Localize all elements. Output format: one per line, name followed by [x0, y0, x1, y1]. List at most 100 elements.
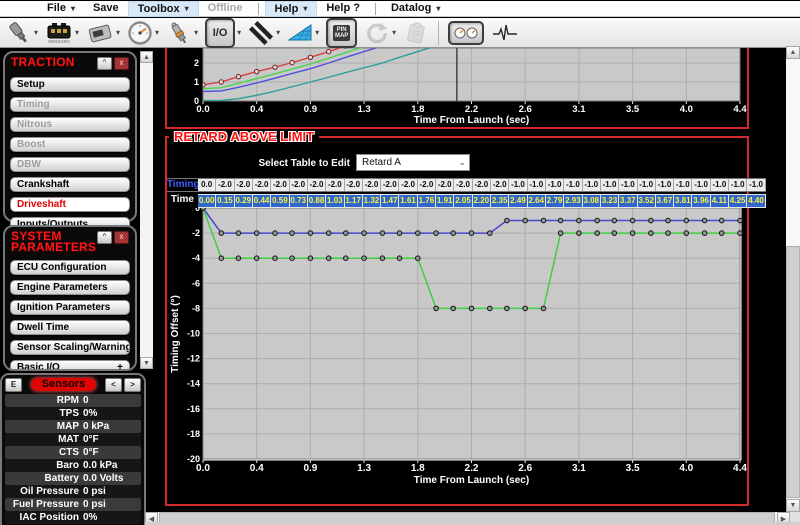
time-cell[interactable]: 1.76 [418, 194, 436, 208]
time-cell[interactable]: 2.64 [528, 194, 546, 208]
timing-cell[interactable]: -2.0 [454, 179, 472, 191]
refresh-icon[interactable]: ▾ [362, 19, 398, 47]
timing-cell[interactable]: -2.0 [290, 179, 308, 191]
timing-cell[interactable]: -2.0 [418, 179, 436, 191]
time-cell[interactable]: 2.79 [546, 194, 564, 208]
table-select-dropdown[interactable]: Retard A ⌄ [356, 154, 470, 171]
timing-cell[interactable]: -2.0 [308, 179, 326, 191]
stripes-icon[interactable]: ▾ [246, 19, 282, 47]
menu-help-[interactable]: Help ? [317, 1, 369, 16]
timing-cell[interactable]: -1.0 [509, 179, 527, 191]
time-cell[interactable]: 0.00 [198, 194, 216, 208]
system-item-sensor-scaling-warnings[interactable]: Sensor Scaling/Warnings+ [10, 340, 130, 355]
timing-cell[interactable]: -2.0 [381, 179, 399, 191]
timing-cell[interactable]: -2.0 [271, 179, 289, 191]
time-cell[interactable]: 3.37 [619, 194, 637, 208]
io-button[interactable]: I/O▾ [203, 19, 243, 47]
gauge-icon[interactable]: ▾ [125, 19, 161, 47]
traction-item-setup[interactable]: Setup [10, 77, 130, 92]
time-cell[interactable]: 4.25 [729, 194, 747, 208]
traction-item-nitrous[interactable]: Nitrous [10, 117, 130, 132]
system-item-basic-i-o[interactable]: Basic I/O+ [10, 360, 130, 371]
gauges-button[interactable] [446, 19, 486, 47]
time-cell[interactable]: 4.11 [711, 194, 729, 208]
time-cell[interactable]: 3.67 [656, 194, 674, 208]
timing-cell[interactable]: -1.0 [619, 179, 637, 191]
timing-cell[interactable]: -1.0 [674, 179, 692, 191]
retard-chart[interactable]: 0-2-4-6-8-10-12-14-16-18-200.00.40.91.31… [167, 204, 747, 502]
traction-item-boost[interactable]: Boost [10, 137, 130, 152]
timing-cell[interactable]: -1.0 [564, 179, 582, 191]
module-icon[interactable]: ▾ [84, 19, 122, 47]
clipboard-icon[interactable] [401, 19, 431, 47]
close-icon[interactable]: x [114, 57, 129, 70]
traction-item-crankshaft[interactable]: Crankshaft [10, 177, 130, 192]
pulse-icon[interactable] [489, 19, 521, 47]
timing-cell[interactable]: -1.0 [601, 179, 619, 191]
time-cell[interactable]: 2.05 [454, 194, 472, 208]
timing-cell[interactable]: -1.0 [528, 179, 546, 191]
traction-item-driveshaft[interactable]: Driveshaft [10, 197, 130, 212]
launch-chart[interactable]: 0120.00.40.91.31.82.22.63.13.54.04.4Time… [167, 48, 747, 128]
vertical-scroll-thumb[interactable] [786, 246, 800, 498]
timing-cell[interactable]: -2.0 [491, 179, 509, 191]
scroll-up-icon[interactable]: ▲ [786, 46, 800, 59]
time-cell[interactable]: 3.08 [583, 194, 601, 208]
menu-offline[interactable]: Offline [199, 1, 252, 16]
sparkplug-icon[interactable]: ▾ [164, 19, 200, 47]
timing-cell[interactable]: -2.0 [399, 179, 417, 191]
menu-help[interactable]: Help▾ [265, 1, 318, 17]
time-cell[interactable]: 3.23 [601, 194, 619, 208]
time-cell[interactable]: 1.32 [363, 194, 381, 208]
pinmap-button[interactable]: PINMAP [324, 19, 359, 47]
time-cell[interactable]: 3.52 [638, 194, 656, 208]
system-item-dwell-time[interactable]: Dwell Time [10, 320, 130, 335]
collapse-icon[interactable]: ^ [97, 57, 112, 70]
timing-cell[interactable]: -2.0 [235, 179, 253, 191]
sensors-next-button[interactable]: > [124, 378, 141, 392]
close-icon[interactable]: x [114, 231, 129, 244]
timing-cell[interactable]: -1.0 [729, 179, 747, 191]
timing-cell[interactable]: -2.0 [326, 179, 344, 191]
sensors-prev-button[interactable]: < [105, 378, 122, 392]
timing-cell[interactable]: -1.0 [656, 179, 674, 191]
timing-cell[interactable]: 0.0 [198, 179, 216, 191]
time-cell[interactable]: 2.35 [491, 194, 509, 208]
timing-cell[interactable]: -1.0 [546, 179, 564, 191]
scroll-down-icon[interactable]: ▼ [786, 499, 800, 512]
time-cell[interactable]: 1.17 [345, 194, 363, 208]
time-cell[interactable]: 2.49 [509, 194, 527, 208]
time-cell[interactable]: 1.47 [381, 194, 399, 208]
time-cell[interactable]: 2.93 [564, 194, 582, 208]
injector-icon[interactable]: ▾ [4, 19, 40, 47]
time-cell[interactable]: 1.91 [436, 194, 454, 208]
fan-icon[interactable]: ▾ [285, 19, 321, 47]
timing-cell[interactable]: -1.0 [711, 179, 729, 191]
time-cell[interactable]: 0.29 [235, 194, 253, 208]
collapse-icon[interactable]: ^ [97, 231, 112, 244]
traction-item-timing[interactable]: Timing [10, 97, 130, 112]
timing-cell[interactable]: -1.0 [747, 179, 765, 191]
time-cell[interactable]: 3.96 [692, 194, 710, 208]
system-item-ignition-parameters[interactable]: Ignition Parameters [10, 300, 130, 315]
menu-toolbox[interactable]: Toolbox▾ [128, 1, 199, 17]
time-cell[interactable]: 0.44 [253, 194, 271, 208]
sensors-connector-icon[interactable]: SENSORS▾ [43, 19, 81, 47]
sensors-edit-button[interactable]: E [5, 378, 22, 392]
scroll-down-icon[interactable]: ▼ [140, 357, 153, 369]
time-cell[interactable]: 1.03 [326, 194, 344, 208]
menu-datalog[interactable]: Datalog▾ [382, 1, 449, 16]
time-cell[interactable]: 1.61 [399, 194, 417, 208]
traction-item-dbw[interactable]: DBW [10, 157, 130, 172]
time-cell[interactable]: 0.15 [216, 194, 234, 208]
menu-save[interactable]: Save [84, 1, 128, 16]
time-cell[interactable]: 0.59 [271, 194, 289, 208]
time-cell[interactable]: 2.20 [473, 194, 491, 208]
time-cell[interactable]: 3.81 [674, 194, 692, 208]
time-cell[interactable]: 4.40 [747, 194, 765, 208]
time-cell[interactable]: 0.73 [290, 194, 308, 208]
timing-cell[interactable]: -2.0 [363, 179, 381, 191]
system-item-ecu-configuration[interactable]: ECU Configuration [10, 260, 130, 275]
timing-cell[interactable]: -2.0 [253, 179, 271, 191]
system-item-engine-parameters[interactable]: Engine Parameters [10, 280, 130, 295]
